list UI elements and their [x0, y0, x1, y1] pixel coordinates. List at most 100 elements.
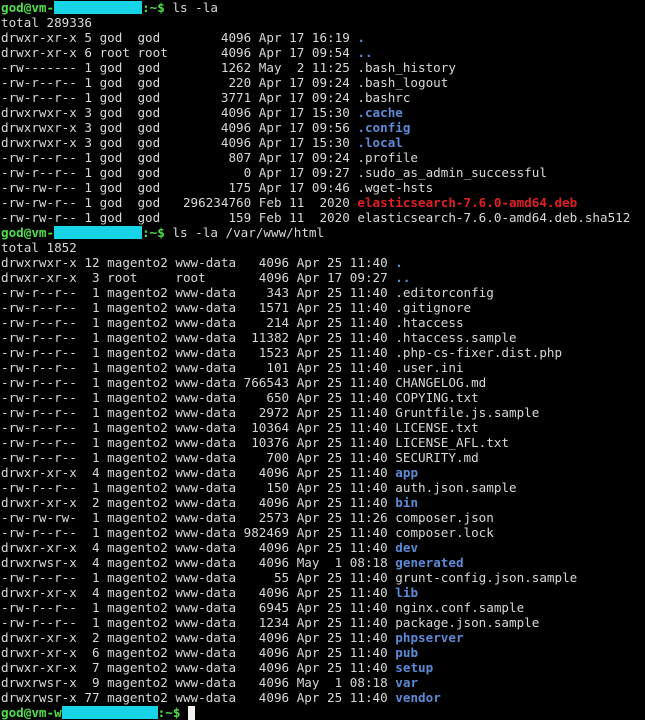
listing-meta: drwxrwsr-x 77 magento2 www-data 4096 Apr… — [1, 690, 396, 705]
terminal-window[interactable]: god@vm-:~$ ls -la total 289336 drwxr-xr-x … — [1, 0, 645, 720]
listing-row: -rw-r--r-- 1 magento2 www-data 1523 Apr … — [1, 345, 645, 360]
listing-meta: -rw-rw-rw- 1 magento2 www-data 2573 Apr … — [1, 510, 396, 525]
listing-row: -rw-r--r-- 1 magento2 www-data 55 Apr 25… — [1, 570, 645, 585]
listing-filename: .bash_logout — [357, 75, 449, 90]
listing-row: drwxrwxr-x 3 god god 4096 Apr 17 09:56 .… — [1, 120, 645, 135]
text-cursor[interactable] — [188, 706, 196, 720]
listing-meta: drwxr-xr-x 4 magento2 www-data 4096 Apr … — [1, 465, 396, 480]
listing-row: -rw-r--r-- 1 god god 0 Apr 17 09:27 .sud… — [1, 165, 645, 180]
listing-row: -rw-r--r-- 1 magento2 www-data 343 Apr 2… — [1, 285, 645, 300]
listing-row: -rw-r--r-- 1 magento2 www-data 650 Apr 2… — [1, 390, 645, 405]
listing-meta: -rw-r--r-- 1 magento2 www-data 10364 Apr… — [1, 420, 396, 435]
listing-filename: .config — [357, 120, 411, 135]
prompt-suffix: :~$ — [157, 705, 189, 720]
listing-meta: drwxr-xr-x 5 god god 4096 Apr 17 16:19 — [1, 30, 358, 45]
listing-filename: lib — [395, 585, 419, 600]
listing-filename: composer.json — [395, 510, 494, 525]
listing-filename: nginx.conf.sample — [395, 600, 525, 615]
listing-row: drwxrwsr-x 4 magento2 www-data 4096 May … — [1, 555, 645, 570]
listing-filename: .sudo_as_admin_successful — [357, 165, 547, 180]
listing-row: -rw-r--r-- 1 magento2 www-data 1234 Apr … — [1, 615, 645, 630]
listing-row: drwxr-xr-x 4 magento2 www-data 4096 Apr … — [1, 585, 645, 600]
listing-filename: CHANGELOG.md — [395, 375, 487, 390]
prompt-line: god@vm- :~$ ls -la — [1, 0, 645, 15]
listing-meta: drwxr-xr-x 7 magento2 www-data 4096 Apr … — [1, 660, 396, 675]
listing-row: -rw-r--r-- 1 god god 3771 Apr 17 09:24 .… — [1, 90, 645, 105]
listing-filename: bin — [395, 495, 419, 510]
redacted-hostname — [54, 1, 143, 14]
listing-row: -rw-r--r-- 1 magento2 www-data 10376 Apr… — [1, 435, 645, 450]
listing-row: drwxrwxr-x 12 magento2 www-data 4096 Apr… — [1, 255, 645, 270]
listing-meta: -rw-r--r-- 1 magento2 www-data 1234 Apr … — [1, 615, 396, 630]
listing-meta: drwxrwsr-x 9 magento2 www-data 4096 May … — [1, 675, 396, 690]
listing-meta: drwxr-xr-x 2 magento2 www-data 4096 Apr … — [1, 630, 396, 645]
listing-row: -rw-r--r-- 1 magento2 www-data 2972 Apr … — [1, 405, 645, 420]
prompt-user-host: god@vm- — [1, 0, 55, 15]
listing-meta: drwxr-xr-x 4 magento2 www-data 4096 Apr … — [1, 540, 396, 555]
listing-meta: -rw-r--r-- 1 god god 0 Apr 17 09:27 — [1, 165, 358, 180]
listing-filename: . — [357, 30, 365, 45]
listing-filename: package.json.sample — [395, 615, 540, 630]
listing-meta: -rw-r--r-- 1 magento2 www-data 343 Apr 2… — [1, 285, 396, 300]
listing-row: drwxr-xr-x 3 root root 4096 Apr 17 09:27… — [1, 270, 645, 285]
listing-filename: .php-cs-fixer.dist.php — [395, 345, 563, 360]
listing-row: -rw-r--r-- 1 magento2 www-data 1571 Apr … — [1, 300, 645, 315]
listing-row: drwxr-xr-x 7 magento2 www-data 4096 Apr … — [1, 660, 645, 675]
listing-row: -rw-r--r-- 1 god god 220 Apr 17 09:24 .b… — [1, 75, 645, 90]
listing-filename: elasticsearch-7.6.0-amd64.deb — [357, 195, 578, 210]
listing-row: -rw-rw-r-- 1 god god 175 Apr 17 09:46 .w… — [1, 180, 645, 195]
listing-filename: . — [395, 255, 403, 270]
listing-meta: -rw-r--r-- 1 magento2 www-data 10376 Apr… — [1, 435, 396, 450]
listing-filename: .bash_history — [357, 60, 456, 75]
command-text: ls -la /var/www/html — [172, 225, 325, 240]
listing-row: -rw-r--r-- 1 magento2 www-data 11382 Apr… — [1, 330, 645, 345]
listing-meta: drwxr-xr-x 4 magento2 www-data 4096 Apr … — [1, 585, 396, 600]
listing-filename: var — [395, 675, 419, 690]
listing-meta: drwxr-xr-x 2 magento2 www-data 4096 Apr … — [1, 495, 396, 510]
listing-meta: -rw-rw-r-- 1 god god 296234760 Feb 11 20… — [1, 195, 358, 210]
listing-row: -rw-r--r-- 1 magento2 www-data 101 Apr 2… — [1, 360, 645, 375]
listing-filename: pub — [395, 645, 419, 660]
listing-row: -rw-r--r-- 1 magento2 www-data 700 Apr 2… — [1, 450, 645, 465]
listing-row: -rw-r--r-- 1 magento2 www-data 982469 Ap… — [1, 525, 645, 540]
listing-meta: -rw-r--r-- 1 magento2 www-data 1571 Apr … — [1, 300, 396, 315]
command-text: ls -la — [172, 0, 218, 15]
prompt-user-host: god@vm-w — [1, 705, 62, 720]
listing-meta: -rw-rw-r-- 1 god god 175 Apr 17 09:46 — [1, 180, 358, 195]
listing-meta: drwxr-xr-x 6 root root 4096 Apr 17 09:54 — [1, 45, 358, 60]
listing-filename: dev — [395, 540, 419, 555]
listing-row: -rw-rw-rw- 1 magento2 www-data 2573 Apr … — [1, 510, 645, 525]
listing-filename: .local — [357, 135, 403, 150]
prompt-user-host: god@vm- — [1, 225, 55, 240]
listing-row: drwxr-xr-x 6 root root 4096 Apr 17 09:54… — [1, 45, 645, 60]
listing-filename: vendor — [395, 690, 441, 705]
listing-row: -rw-rw-r-- 1 god god 159 Feb 11 2020 ela… — [1, 210, 645, 225]
listing-filename: Gruntfile.js.sample — [395, 405, 540, 420]
listing-meta: -rw-r--r-- 1 magento2 www-data 2972 Apr … — [1, 405, 396, 420]
listing-filename: .htaccess — [395, 315, 464, 330]
listing-row: -rw-r--r-- 1 magento2 www-data 10364 Apr… — [1, 420, 645, 435]
listing-filename: grunt-config.json.sample — [395, 570, 578, 585]
listing-filename: .. — [357, 45, 373, 60]
listing-filename: .wget-hsts — [357, 180, 434, 195]
listing-meta: -rw-r--r-- 1 magento2 www-data 6945 Apr … — [1, 600, 396, 615]
listing-row: drwxr-xr-x 4 magento2 www-data 4096 Apr … — [1, 540, 645, 555]
listing-row: -rw------- 1 god god 1262 May 2 11:25 .b… — [1, 60, 645, 75]
listing-filename: .cache — [357, 105, 403, 120]
listing-meta: -rw-r--r-- 1 magento2 www-data 55 Apr 25… — [1, 570, 396, 585]
listing-meta: drwxr-xr-x 6 magento2 www-data 4096 Apr … — [1, 645, 396, 660]
listing-row: drwxr-xr-x 2 magento2 www-data 4096 Apr … — [1, 630, 645, 645]
prompt-suffix: :~$ — [142, 0, 173, 15]
listing-meta: drwxrwxr-x 3 god god 4096 Apr 17 15:30 — [1, 135, 358, 150]
listing-filename: app — [395, 465, 419, 480]
listing-filename: elasticsearch-7.6.0-amd64.deb.sha512 — [357, 210, 631, 225]
listing-filename: composer.lock — [395, 525, 494, 540]
listing-filename: .gitignore — [395, 300, 472, 315]
listing-filename: auth.json.sample — [395, 480, 517, 495]
listing-meta: -rw-rw-r-- 1 god god 159 Feb 11 2020 — [1, 210, 358, 225]
listing-meta: -rw-r--r-- 1 magento2 www-data 101 Apr 2… — [1, 360, 396, 375]
listing-row: drwxrwxr-x 3 god god 4096 Apr 17 15:30 .… — [1, 135, 645, 150]
listing-meta: -rw-r--r-- 1 magento2 www-data 1523 Apr … — [1, 345, 396, 360]
redacted-hostname — [61, 706, 158, 719]
listing-filename: .editorconfig — [395, 285, 494, 300]
